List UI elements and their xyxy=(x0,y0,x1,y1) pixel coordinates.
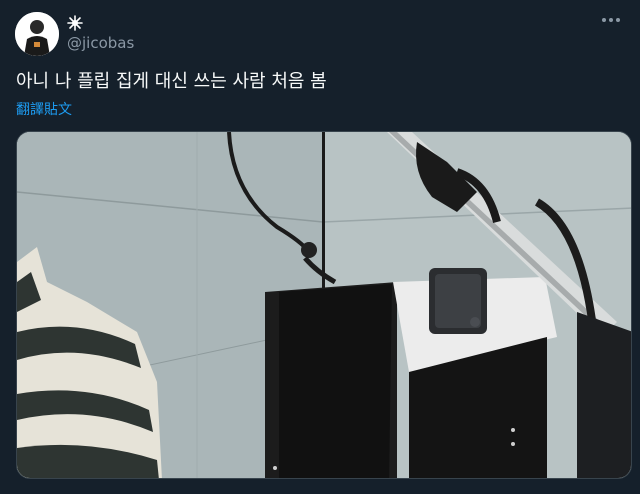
translate-tweet-link[interactable]: 翻譯貼文 xyxy=(16,99,72,119)
more-dots-icon xyxy=(602,18,620,22)
user-handle[interactable]: @jicobas xyxy=(67,34,134,52)
more-button[interactable] xyxy=(596,10,626,30)
avatar-icon xyxy=(15,12,59,56)
tweet-text: 아니 나 플립 집게 대신 쓰는 사람 처음 봄 xyxy=(16,71,327,92)
tweet-card: @jicobas 아니 나 플립 집게 대신 쓰는 사람 처음 봄 翻譯貼文 xyxy=(0,0,640,494)
avatar[interactable] xyxy=(15,12,59,56)
photo-content xyxy=(17,132,631,478)
tweet-photo[interactable] xyxy=(16,131,632,479)
display-name[interactable] xyxy=(67,12,83,34)
sparkle-icon xyxy=(67,15,83,31)
